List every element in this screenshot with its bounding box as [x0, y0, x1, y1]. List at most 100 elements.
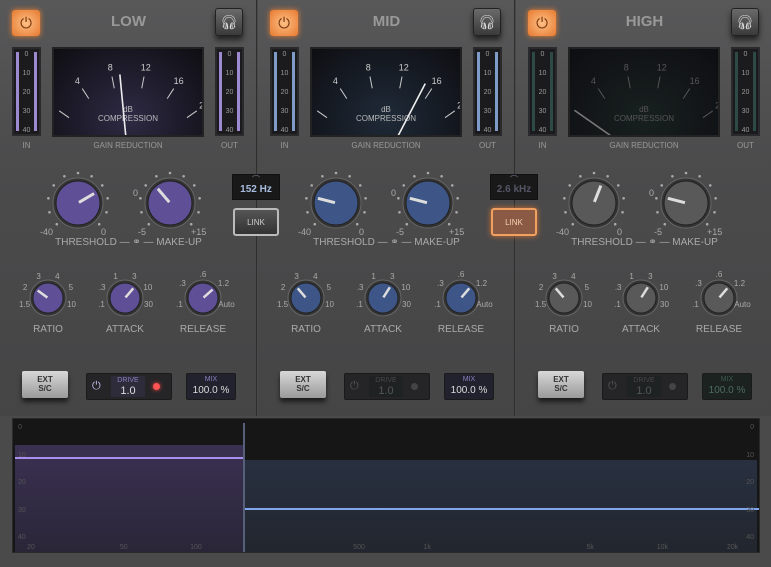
meter-scale-label: 0 [743, 51, 748, 58]
release-tick-label: .1 [692, 299, 699, 309]
vu-tick [702, 110, 714, 119]
low-threshold-line[interactable] [15, 456, 243, 459]
vu-tick-label: 20 [199, 101, 202, 111]
solo-headphones-button[interactable]: 🎧︎ [215, 8, 243, 36]
vu-tick-label: 12 [399, 63, 409, 73]
drive-power-icon[interactable]: ⏻ [350, 380, 359, 393]
knob-tick [398, 210, 401, 214]
meter-scale-label: 0 [282, 51, 287, 58]
mix-label: MIX [720, 376, 734, 383]
knob-tick [405, 222, 409, 226]
knob-tick [708, 184, 712, 187]
drive-value: 1.0 [636, 385, 652, 397]
release-tick-label: .1 [176, 299, 183, 309]
vu-caption: COMPRESSION [98, 114, 158, 123]
mix-value: 100.0 % [450, 385, 488, 396]
knob-tick [571, 222, 575, 226]
meter-scale-label: 0 [485, 51, 490, 58]
ext-sidechain-button[interactable]: EXT S/C [22, 371, 68, 398]
threshold-max-label: 0 [101, 227, 107, 237]
mix-control[interactable]: MIX 100.0 % [444, 373, 494, 400]
knob-tick [402, 184, 406, 187]
knob-tick [568, 184, 572, 187]
band-title: HIGH [625, 13, 664, 30]
vu-tick-label: 16 [174, 76, 184, 86]
knob-tick [192, 184, 196, 187]
knob-tick [355, 222, 359, 226]
meter-scale-label: 40 [280, 127, 289, 134]
attack-tick-label: 10 [659, 283, 669, 293]
makeup-max-label: +15 [191, 227, 207, 237]
drive-power-icon[interactable]: ⏻ [608, 380, 617, 393]
threshold-min-label: -40 [298, 227, 312, 237]
drive-value-field[interactable]: DRIVE 1.0 [111, 376, 145, 397]
band-low: ⏻LOW🎧︎010203040IN010203040OUT048121620dB… [0, 0, 257, 416]
drive-control: ⏻ DRIVE 1.0 [602, 373, 688, 400]
meter-scale-label: 40 [22, 127, 31, 134]
headphones-icon: 🎧︎ [478, 13, 496, 30]
threshold-max-label: 0 [617, 227, 623, 237]
meter-scale-label: 30 [280, 108, 289, 115]
drive-value-field[interactable]: DRIVE 1.0 [369, 376, 403, 397]
crossover-link-button[interactable]: LINK [233, 208, 279, 236]
x-axis-label: 1k [423, 544, 431, 551]
meter-scale-label: 10 [225, 70, 234, 77]
vu-tick [369, 76, 373, 89]
x-axis-label: 100 [190, 544, 202, 551]
vu-needle [397, 83, 426, 135]
mid-high-threshold-line[interactable] [245, 507, 759, 510]
knob-tick [334, 171, 338, 175]
x-axis-label: 20k [727, 544, 739, 551]
power-icon: ⏻ [536, 14, 548, 32]
ratio-tick-label: 10 [325, 299, 334, 309]
ext-sidechain-button[interactable]: EXT S/C [538, 371, 584, 398]
gain-reduction-vu-meter: 048121620dBCOMPRESSION [52, 47, 204, 137]
knob-tick [358, 184, 362, 187]
knob-tick [144, 184, 148, 187]
gain-reduction-vu-meter: 048121620dBCOMPRESSION [568, 47, 720, 137]
solo-headphones-button[interactable]: 🎧︎ [473, 8, 501, 36]
band-title: LOW [111, 13, 146, 30]
power-icon: ⏻ [20, 14, 32, 32]
attack-tick-label: 3 [132, 271, 137, 281]
vu-tick [316, 110, 328, 119]
knob-tick [455, 210, 458, 214]
y-axis-label-right: 40 [746, 534, 754, 541]
crossover-handle[interactable] [243, 423, 245, 552]
vu-tick [58, 110, 70, 119]
knob-tick [705, 222, 709, 226]
vu-tick [682, 88, 691, 99]
attack-tick-label: .1 [98, 299, 105, 309]
crossover-frequency-display[interactable]: ⌒ 152 Hz [232, 174, 280, 200]
mix-control[interactable]: MIX 100.0 % [186, 373, 236, 400]
crossover-frequency-display[interactable]: ⌒ 2.6 kHz [490, 174, 538, 200]
knob-tick [52, 184, 56, 187]
drive-led [669, 383, 676, 390]
knob-tick [321, 174, 324, 178]
x-axis-label: 50 [119, 544, 128, 551]
knob-tick [155, 174, 158, 178]
band-power-button[interactable]: ⏻ [12, 10, 40, 36]
drive-power-icon[interactable]: ⏻ [92, 380, 101, 393]
attack-tick-label: .3 [98, 283, 106, 293]
knob-tick [147, 222, 151, 226]
solo-headphones-button[interactable]: 🎧︎ [731, 8, 759, 36]
attack-tick-label: .1 [356, 299, 363, 309]
knob-tick [456, 197, 459, 200]
mix-control[interactable]: MIX 100.0 % [702, 373, 752, 400]
headphones-icon: 🎧︎ [220, 13, 238, 30]
drive-label: DRIVE [117, 377, 139, 384]
knob-tick [660, 184, 664, 187]
ratio-tick-label: 2 [538, 283, 544, 293]
band-power-button[interactable]: ⏻ [528, 10, 556, 36]
crossover-link-button[interactable]: LINK [491, 208, 537, 236]
ext-sidechain-button[interactable]: EXT S/C [280, 371, 326, 398]
knob-tick [47, 197, 50, 200]
meter-scale-label: 10 [538, 70, 547, 77]
attack-tick-label: 30 [402, 299, 411, 309]
vu-tick-label: 8 [108, 63, 113, 73]
drive-value-field[interactable]: DRIVE 1.0 [627, 376, 661, 397]
band-power-button[interactable]: ⏻ [270, 10, 298, 36]
knob-tick [100, 184, 104, 187]
in-meter: 0 10 20 30 40 [528, 47, 557, 136]
